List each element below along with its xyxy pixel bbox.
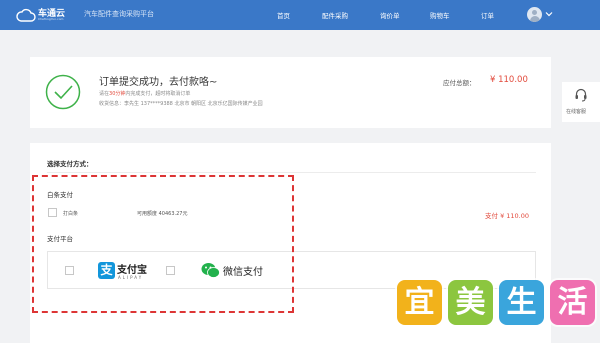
check-circle-icon [45, 74, 81, 110]
payment-section-title: 选择支付方式： [47, 160, 93, 168]
avatar-head [532, 10, 537, 15]
headset-icon [575, 88, 587, 102]
nav-parts-purchase[interactable]: 配件采购 [322, 10, 348, 20]
header-slogan: 汽车配件查询采购平台 [84, 10, 154, 18]
user-avatar[interactable] [527, 7, 542, 22]
chevron-down-icon[interactable] [545, 10, 553, 18]
online-service-button[interactable]: 在线客服 [562, 82, 600, 122]
shipping-info: 收货信息：李先生 137****9388 北京市 朝阳区 北京乐亿国际传媒产业园 [99, 101, 263, 107]
online-service-label: 在线客服 [566, 109, 587, 115]
nav-orders[interactable]: 订单 [481, 10, 494, 20]
watermark-tile-1: 宜 [397, 280, 442, 325]
payment-time-tip: 请在30分钟内完成支付，超时将取消订单 [99, 90, 190, 97]
order-success-title: 订单提交成功，去付款咯~ [99, 77, 218, 88]
watermark-tile-4: 活 [550, 280, 595, 325]
watermark-tile-2: 美 [448, 280, 493, 325]
top-header: 车通云 CheTongYun.com 汽车配件查询采购平台 首页 配件采购 询价… [0, 0, 600, 30]
total-label: 应付总额： [443, 79, 476, 87]
cloud-icon [16, 8, 36, 22]
brand-logo[interactable]: 车通云 CheTongYun.com [16, 6, 74, 24]
avatar-body [529, 16, 540, 22]
total-amount: ¥ 110.00 [490, 75, 528, 85]
watermark-tile-3: 生 [499, 280, 544, 325]
logo-subtext: CheTongYun.com [38, 17, 64, 21]
nav-home[interactable]: 首页 [277, 10, 290, 20]
ious-pay-amount: 支付 ¥ 110.00 [485, 212, 530, 220]
highlight-annotation-box [32, 175, 294, 313]
tip-highlight: 30分钟 [109, 91, 126, 97]
tip-prefix: 请在 [99, 91, 110, 97]
nav-cart[interactable]: 购物车 [430, 10, 450, 20]
nav-inquiry[interactable]: 询价单 [380, 10, 400, 20]
section-divider [47, 172, 536, 173]
tip-suffix: 内完成支付，超时将取消订单 [125, 91, 191, 97]
order-success-card: 订单提交成功，去付款咯~ 请在30分钟内完成支付，超时将取消订单 收货信息：李先… [30, 57, 551, 128]
